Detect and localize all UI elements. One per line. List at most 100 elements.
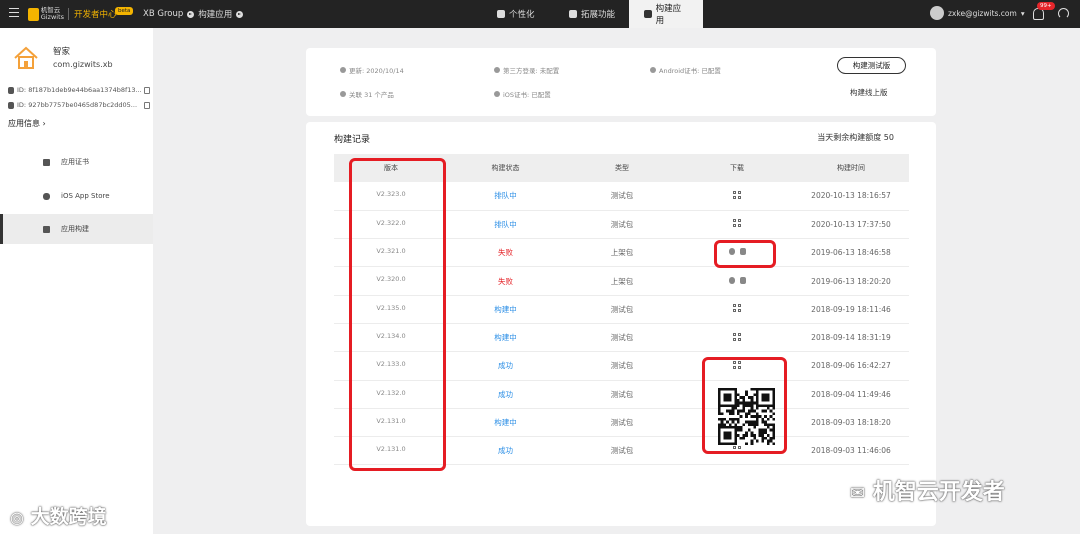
third-party-login: 第三方登录: 未配置 bbox=[494, 65, 559, 75]
ios-cert-text: iOS证书: 已配置 bbox=[503, 91, 551, 99]
android-id: 927bb7757be0465d87bc2dd05... bbox=[28, 101, 138, 109]
platform-downloads bbox=[728, 276, 746, 284]
sidebar-item-label: iOS App Store bbox=[61, 192, 110, 200]
android-icon bbox=[650, 67, 656, 73]
linked-products[interactable]: 关联 31 个产品 bbox=[340, 89, 394, 99]
breadcrumb-page[interactable]: 构建应用 bbox=[198, 8, 232, 20]
type-cell: 上架包 bbox=[563, 238, 681, 268]
qr-code-icon[interactable] bbox=[733, 190, 741, 199]
dev-center-link[interactable]: 开发者中心 bbox=[74, 8, 117, 20]
app-info-label: 应用信息 bbox=[8, 119, 40, 128]
qr-code-icon[interactable] bbox=[733, 219, 741, 228]
status-cell: 失败 bbox=[448, 266, 563, 296]
apple-icon[interactable] bbox=[728, 276, 735, 284]
type-cell: 测试包 bbox=[563, 436, 681, 466]
type-cell: 测试包 bbox=[563, 408, 681, 438]
col-status: 构建状态 bbox=[448, 154, 563, 182]
gizwits-logo[interactable]: 机智云 Gizwits bbox=[28, 5, 64, 23]
download-cell bbox=[681, 295, 793, 324]
logo-text-en: Gizwits bbox=[40, 13, 64, 21]
notification-badge: 99+ bbox=[1037, 2, 1055, 10]
tab-extensions[interactable]: 拓展功能 bbox=[569, 0, 615, 28]
watermark-left-text: 大数跨境 bbox=[30, 506, 107, 528]
type-cell: 上架包 bbox=[563, 266, 681, 296]
watermark-left: ◎ 大数跨境 bbox=[10, 506, 107, 528]
android-icon bbox=[8, 101, 14, 109]
build-time-cell: 2018-09-03 18:18:20 bbox=[793, 408, 909, 438]
apple-icon bbox=[494, 91, 500, 97]
status-cell: 成功 bbox=[448, 380, 563, 409]
breadcrumb: XB Group 构建应用 bbox=[143, 8, 244, 20]
user-email: zxke@gizwits.com bbox=[948, 8, 1017, 18]
chevron-right-icon bbox=[187, 10, 195, 18]
tab-label: 拓展功能 bbox=[581, 10, 616, 20]
sidebar-item-app-build[interactable]: 应用构建 bbox=[0, 214, 153, 244]
beta-badge: beta bbox=[115, 7, 134, 15]
linked-text: 关联 31 个产品 bbox=[349, 91, 394, 99]
breadcrumb-group[interactable]: XB Group bbox=[143, 9, 183, 19]
build-time-cell: 2020-10-13 18:16:57 bbox=[793, 182, 909, 211]
copy-icon[interactable] bbox=[144, 101, 150, 109]
watermark-right-text: 机智云开发者 bbox=[872, 480, 1005, 505]
status-cell: 构建中 bbox=[448, 295, 563, 324]
build-time-cell: 2018-09-14 18:31:19 bbox=[793, 323, 909, 353]
build-time-cell: 2019-06-13 18:46:58 bbox=[793, 238, 909, 268]
menu-icon[interactable] bbox=[9, 8, 19, 18]
app-house-icon bbox=[14, 46, 38, 69]
status-cell: 排队中 bbox=[448, 210, 563, 240]
build-time-cell: 2019-06-13 18:20:20 bbox=[793, 266, 909, 296]
apple-icon bbox=[8, 86, 14, 94]
build-time-cell: 2018-09-19 18:11:46 bbox=[793, 295, 909, 324]
tab-personalize[interactable]: 个性化 bbox=[497, 0, 535, 28]
user-menu[interactable]: zxke@gizwits.com ▾ bbox=[930, 6, 1025, 20]
logo-mark bbox=[28, 7, 39, 21]
download-cell bbox=[681, 182, 793, 211]
android-cert: Android证书: 已配置 bbox=[650, 65, 721, 75]
app-name: 智家 bbox=[53, 47, 71, 57]
sidebar-item-certificate[interactable]: 应用证书 bbox=[0, 147, 153, 177]
status-cell: 成功 bbox=[448, 351, 563, 381]
type-cell: 测试包 bbox=[563, 351, 681, 381]
sidebar-item-ios-app-store[interactable]: iOS App Store bbox=[0, 181, 153, 211]
link-icon bbox=[340, 91, 346, 97]
qr-code-icon[interactable] bbox=[733, 332, 741, 341]
highlight-version-column bbox=[349, 158, 446, 471]
chevron-right-icon[interactable] bbox=[236, 10, 244, 18]
build-test-button[interactable]: 构建测试版 bbox=[837, 57, 906, 74]
android-id-row: ID: 927bb7757be0465d87bc2dd05... bbox=[8, 101, 150, 109]
android-icon[interactable] bbox=[739, 276, 746, 284]
divider bbox=[68, 8, 69, 20]
status-cell: 构建中 bbox=[448, 408, 563, 438]
android-cert-text: Android证书: 已配置 bbox=[659, 67, 721, 75]
third-party-text: 第三方登录: 未配置 bbox=[503, 67, 560, 75]
update-text: 更新: 2020/10/14 bbox=[349, 67, 404, 75]
download-cell bbox=[681, 323, 793, 353]
build-online-button[interactable]: 构建线上版 bbox=[850, 87, 888, 98]
top-bar: 机智云 Gizwits 开发者中心 beta XB Group 构建应用 个性化 … bbox=[0, 0, 1080, 28]
type-cell: 测试包 bbox=[563, 182, 681, 211]
type-cell: 测试包 bbox=[563, 210, 681, 240]
tab-label: 构建应用 bbox=[655, 4, 682, 26]
certificate-icon bbox=[43, 158, 50, 166]
status-cell: 成功 bbox=[448, 436, 563, 466]
build-time-cell: 2018-09-03 11:46:06 bbox=[793, 436, 909, 466]
app-info-card: 更新: 2020/10/14 第三方登录: 未配置 Android证书: 已配置… bbox=[306, 48, 936, 116]
status-cell: 构建中 bbox=[448, 323, 563, 353]
update-time: 更新: 2020/10/14 bbox=[340, 65, 404, 75]
copy-icon[interactable] bbox=[144, 86, 150, 94]
tab-label: 个性化 bbox=[509, 10, 535, 20]
col-build-time: 构建时间 bbox=[793, 154, 909, 182]
headset-icon[interactable] bbox=[1058, 8, 1069, 19]
apple-icon bbox=[43, 192, 50, 200]
highlight-qr-popup bbox=[702, 357, 787, 454]
build-time-cell: 2018-09-06 16:42:27 bbox=[793, 351, 909, 381]
qr-code-icon[interactable] bbox=[733, 304, 741, 313]
col-type: 类型 bbox=[563, 154, 681, 182]
app-package: com.gizwits.xb bbox=[53, 60, 113, 69]
app-info-link[interactable]: 应用信息 › bbox=[8, 118, 46, 129]
status-cell: 失败 bbox=[448, 238, 563, 268]
type-cell: 测试包 bbox=[563, 295, 681, 324]
tab-build-app[interactable]: 构建应用 bbox=[629, 0, 703, 28]
build-quota: 当天剩余构建额度 50 bbox=[817, 133, 894, 142]
col-download: 下载 bbox=[681, 154, 793, 182]
